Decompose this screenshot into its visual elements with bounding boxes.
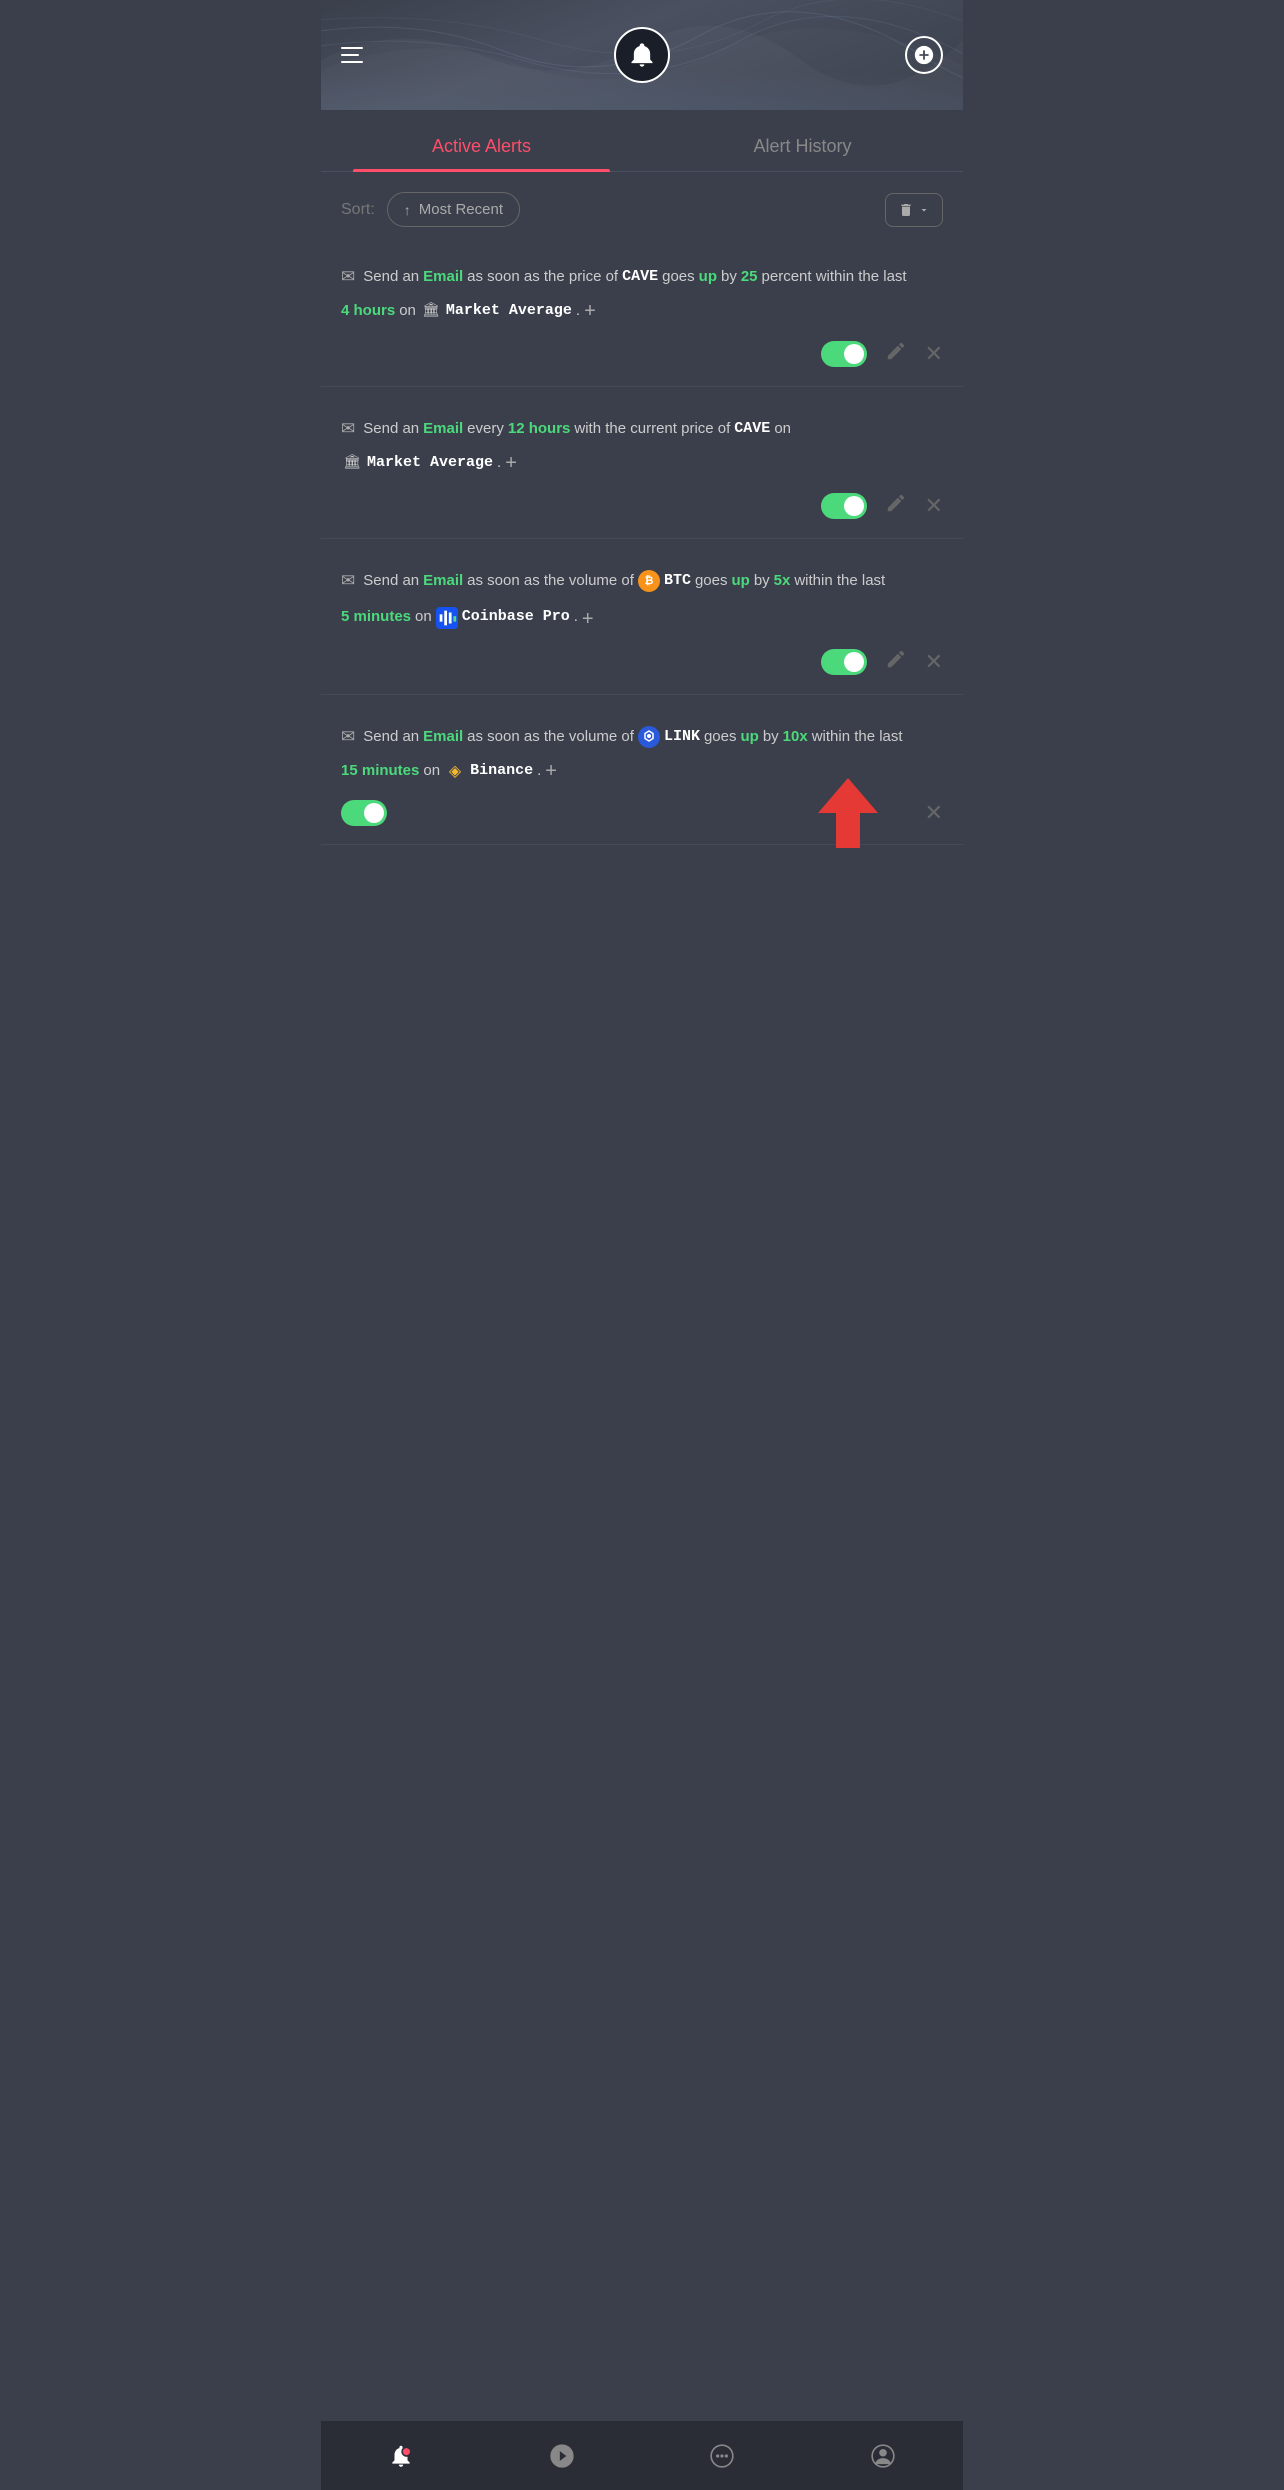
alert-4-coin: LINK — [664, 725, 700, 750]
alert-4-channel: Email — [423, 725, 463, 750]
alert-4-add-condition[interactable]: + — [545, 755, 557, 788]
nav-portfolio[interactable] — [482, 2443, 643, 2469]
alert-4-amount: 10x — [783, 725, 808, 750]
btc-coin-icon: ₿ — [638, 570, 660, 592]
plus-circle-icon — [913, 44, 935, 66]
tab-active-alerts[interactable]: Active Alerts — [321, 120, 642, 171]
alert-3-edit-button[interactable] — [885, 648, 907, 676]
alert-1-add-condition[interactable]: + — [584, 295, 596, 328]
alert-card-3: ✉ Send an Email as soon as the volume of… — [321, 547, 963, 695]
alert-2-coin: CAVE — [734, 417, 770, 442]
market-average-icon: 🏛 — [420, 301, 442, 323]
bell-icon — [628, 41, 656, 69]
binance-icon: ◈ — [444, 761, 466, 783]
alert-3-channel: Email — [423, 569, 463, 594]
link-coin-icon — [638, 726, 660, 748]
sort-button[interactable]: ↑ Most Recent — [387, 192, 520, 227]
alert-3-delete-button[interactable]: ✕ — [925, 649, 943, 675]
email-icon: ✉ — [341, 263, 355, 291]
alert-2-exchange: 🏛 Market Average — [341, 451, 493, 476]
alert-4-direction: up — [740, 725, 758, 750]
nav-alerts-icon — [388, 2443, 414, 2469]
alert-1-channel: Email — [423, 265, 463, 290]
alert-1-exchange-name: Market Average — [446, 299, 572, 324]
bell-logo-icon — [614, 27, 670, 83]
alert-4-toggle[interactable] — [341, 800, 387, 826]
nav-more-icon — [709, 2443, 735, 2469]
sort-label: Sort: — [341, 201, 375, 219]
alert-2-edit-button[interactable] — [885, 492, 907, 520]
app-header — [321, 0, 963, 110]
alert-2-exchange-name: Market Average — [367, 451, 493, 476]
alert-3-exchange-name: Coinbase Pro — [462, 605, 570, 630]
email-icon-4: ✉ — [341, 723, 355, 751]
alert-1-timeframe: 4 hours — [341, 299, 395, 324]
alert-1-delete-button[interactable]: ✕ — [925, 341, 943, 367]
add-alert-button[interactable] — [905, 36, 943, 74]
alert-4-timeframe: 15 minutes — [341, 759, 419, 784]
sort-bar: Sort: ↑ Most Recent — [321, 172, 963, 243]
sort-button-label: Most Recent — [419, 201, 503, 218]
chevron-down-icon — [918, 204, 930, 216]
tab-alert-history[interactable]: Alert History — [642, 120, 963, 171]
alert-3-text: ✉ Send an Email as soon as the volume of… — [341, 567, 943, 636]
alert-3-timeframe: 5 minutes — [341, 605, 411, 630]
app-logo[interactable] — [614, 27, 670, 83]
add-icon — [905, 36, 943, 74]
alert-2-timeframe: 12 hours — [508, 417, 571, 442]
alert-1-edit-button[interactable] — [885, 340, 907, 368]
red-arrow-icon — [808, 778, 888, 848]
alert-2-channel: Email — [423, 417, 463, 442]
alert-2-add-condition[interactable]: + — [505, 447, 517, 480]
alert-1-amount: 25 — [741, 265, 758, 290]
coinbase-icon — [436, 607, 458, 629]
coinbase-pro-icon — [436, 607, 458, 629]
menu-button[interactable] — [341, 47, 363, 63]
alert-3-direction: up — [731, 569, 749, 594]
nav-profile-icon — [870, 2443, 896, 2469]
alert-2-text: ✉ Send an Email every 12 hours with the … — [341, 415, 943, 480]
alert-1-direction: up — [699, 265, 717, 290]
trash-icon — [898, 202, 914, 218]
edit-icon-2 — [885, 492, 907, 514]
market-average-icon-2: 🏛 — [341, 453, 363, 475]
alert-3-toggle[interactable] — [821, 649, 867, 675]
alert-2-actions: ✕ — [341, 480, 943, 528]
email-icon-3: ✉ — [341, 567, 355, 595]
nav-profile[interactable] — [803, 2443, 964, 2469]
alert-1-coin: CAVE — [622, 265, 658, 290]
hamburger-icon — [341, 47, 363, 63]
alert-2-toggle[interactable] — [821, 493, 867, 519]
alert-1-actions: ✕ — [341, 328, 943, 376]
alert-1-text: ✉ Send an Email as soon as the price of … — [341, 263, 943, 328]
alert-3-actions: ✕ — [341, 636, 943, 684]
alert-card-4: ✉ Send an Email as soon as the volume of… — [321, 703, 963, 845]
edit-icon — [885, 340, 907, 362]
main-content: Sort: ↑ Most Recent ✉ Send an Email as s… — [321, 172, 963, 933]
nav-more[interactable] — [642, 2443, 803, 2469]
alert-2-delete-button[interactable]: ✕ — [925, 493, 943, 519]
red-arrow-annotation — [808, 778, 888, 853]
alert-3-coin: BTC — [664, 569, 691, 594]
sort-arrow-icon: ↑ — [404, 202, 411, 218]
alert-1-toggle[interactable] — [821, 341, 867, 367]
alert-card-2: ✉ Send an Email every 12 hours with the … — [321, 395, 963, 539]
chainlink-icon — [639, 727, 659, 747]
alert-card-1: ✉ Send an Email as soon as the price of … — [321, 243, 963, 387]
alert-4-actions: ✕ — [341, 788, 943, 834]
alert-3-add-condition[interactable]: + — [582, 603, 594, 636]
alert-3-amount: 5x — [774, 569, 791, 594]
delete-button[interactable] — [885, 193, 943, 227]
email-icon-2: ✉ — [341, 415, 355, 443]
bottom-navigation — [321, 2420, 963, 2490]
alert-4-delete-button[interactable]: ✕ — [925, 800, 943, 826]
nav-portfolio-icon — [549, 2443, 575, 2469]
tab-bar: Active Alerts Alert History — [321, 120, 963, 172]
alert-4-exchange-name: Binance — [470, 759, 533, 784]
edit-icon-3 — [885, 648, 907, 670]
nav-alerts[interactable] — [321, 2443, 482, 2469]
alert-1-exchange: 🏛 Market Average — [420, 299, 572, 324]
